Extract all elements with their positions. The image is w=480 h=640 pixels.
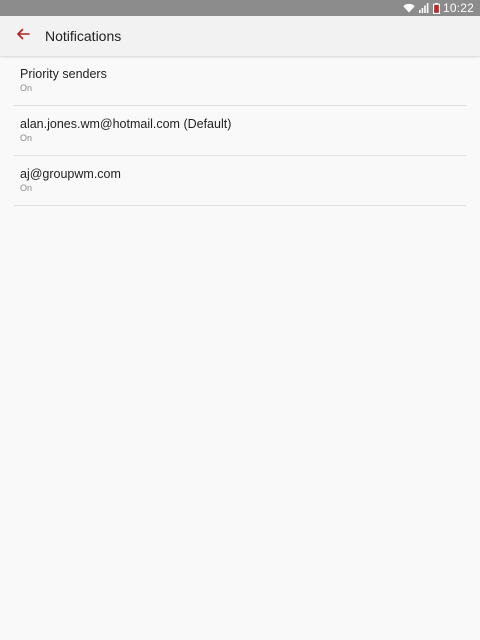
- list-item-hotmail-account[interactable]: alan.jones.wm@hotmail.com (Default) On: [14, 106, 466, 156]
- list-item-status: On: [20, 183, 33, 193]
- list-item-status: On: [20, 133, 33, 143]
- list-item-status: On: [20, 83, 33, 93]
- app-bar: Notifications: [0, 16, 480, 56]
- notification-list: Priority senders On alan.jones.wm@hotmai…: [14, 56, 466, 206]
- page-title: Notifications: [45, 28, 122, 44]
- battery-icon: [432, 2, 440, 14]
- list-item-title: aj@groupwm.com: [20, 167, 121, 181]
- list-item-title: Priority senders: [20, 67, 107, 81]
- list-item-groupwm-account[interactable]: aj@groupwm.com On: [14, 156, 466, 206]
- status-bar: 10:22: [0, 0, 480, 16]
- wifi-icon: [403, 3, 415, 13]
- arrow-back-icon: [16, 27, 30, 46]
- list-item-title: alan.jones.wm@hotmail.com (Default): [20, 117, 232, 131]
- signal-icon: [418, 3, 429, 13]
- status-time: 10:22: [442, 1, 474, 15]
- list-item-priority-senders[interactable]: Priority senders On: [14, 56, 466, 106]
- back-button[interactable]: [13, 26, 33, 46]
